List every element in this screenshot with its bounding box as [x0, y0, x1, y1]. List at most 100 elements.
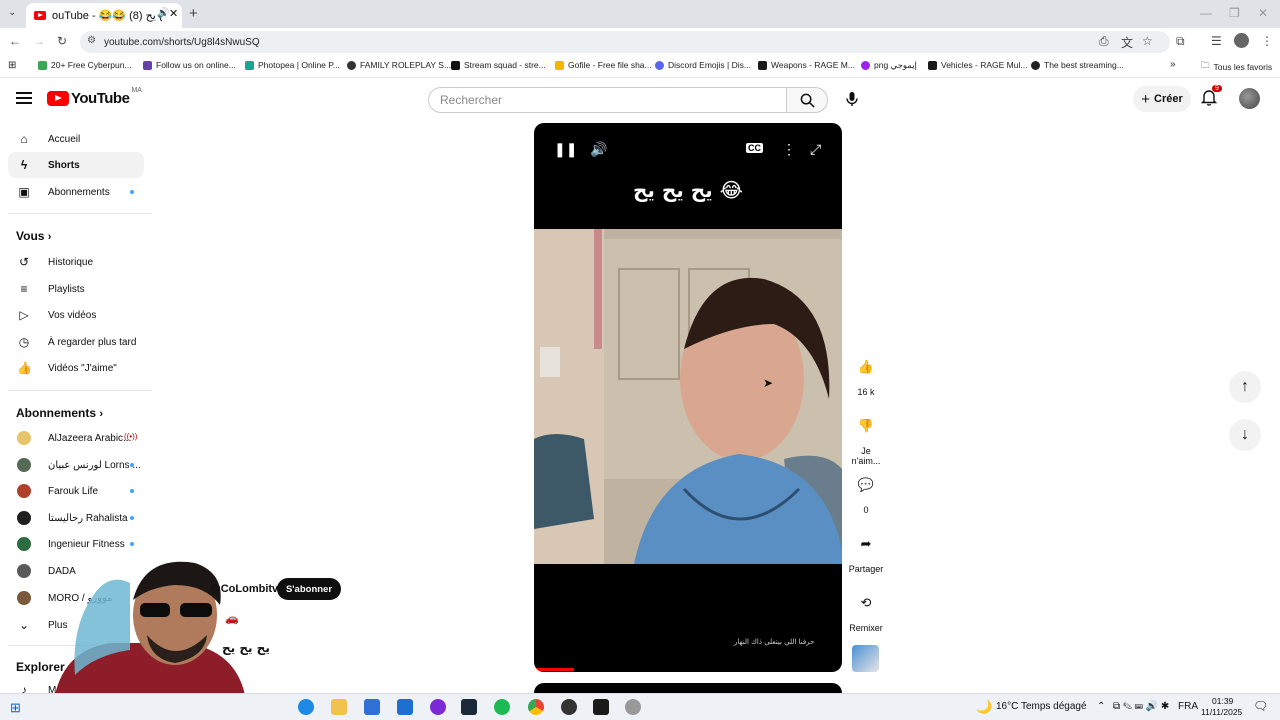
bookmark-item[interactable]: Discord Emojis | Dis...: [655, 60, 751, 70]
subscribe-button[interactable]: S'abonner: [277, 578, 341, 600]
clock-date[interactable]: 11/11/2025: [1201, 707, 1242, 717]
subscription-item[interactable]: رحاليستا Rahalista: [8, 505, 144, 531]
bookmark-item[interactable]: Stream squad - stre...: [451, 60, 546, 70]
more-bookmarks-icon[interactable]: »: [1170, 59, 1176, 70]
bookmark-item[interactable]: Weapons - RAGE M...: [758, 60, 855, 70]
file-explorer-icon[interactable]: [331, 699, 347, 715]
short-video-player[interactable]: ❚❚ 🔊 CC ⋮ ⤢ يح يح يح 😂 حرفنا اللي بيتعلى…: [534, 123, 842, 672]
extensions-icon[interactable]: ⧉: [1176, 34, 1185, 49]
channel-avatar: [17, 484, 31, 498]
bookmark-label: The best streaming...: [1044, 60, 1124, 70]
share-button[interactable]: ➦ Partager: [846, 529, 886, 574]
sidebar-item-liked-videos[interactable]: 👍 Vidéos "J'aime": [8, 355, 144, 381]
new-tab-icon[interactable]: +: [189, 5, 198, 22]
fullscreen-icon[interactable]: ⤢: [810, 141, 821, 158]
volume-icon[interactable]: 🔊: [590, 141, 607, 158]
bookmark-item[interactable]: Photopea | Online P...: [245, 60, 340, 70]
windows-start-icon[interactable]: ⊞: [10, 700, 21, 716]
next-short-button[interactable]: ↓: [1229, 419, 1261, 451]
channel-handle[interactable]: @CoLombitv: [210, 583, 278, 595]
bookmark-item[interactable]: Vehicles - RAGE Mul...: [928, 60, 1027, 70]
captions-icon[interactable]: CC: [746, 143, 763, 153]
subscriptions-section-heading[interactable]: Abonnements ›: [16, 406, 103, 420]
bookmark-item[interactable]: 20+ Free Cyberpun...: [38, 60, 132, 70]
app-icon[interactable]: [625, 699, 641, 715]
subscription-item[interactable]: لورنس عبيان Lorns ...: [8, 452, 144, 478]
search-button[interactable]: [786, 87, 828, 113]
reload-icon[interactable]: ↻: [57, 34, 67, 48]
address-bar[interactable]: ⚙ youtube.com/shorts/Ug8l4sNwuSQ: [80, 31, 1170, 53]
weather-text[interactable]: 16°C Temps dégagé: [996, 701, 1087, 712]
subscription-item[interactable]: Farouk Life: [8, 478, 144, 504]
browser-tab-youtube[interactable]: ᴏuTube - 😂😂 يح يح يح (8) 🔊 ✕: [26, 3, 182, 28]
maximize-icon[interactable]: ❐: [1229, 6, 1240, 20]
all-bookmarks-folder[interactable]: 🗀 Tous les favoris: [1201, 60, 1272, 74]
subscription-item[interactable]: Ingenieur Fitness: [8, 531, 144, 557]
terminal-icon[interactable]: [593, 699, 609, 715]
youtube-logo[interactable]: YouTube MA: [47, 87, 142, 107]
browser-menu-icon[interactable]: ⋮: [1261, 34, 1273, 48]
bookmark-item[interactable]: Follow us on online...: [143, 60, 236, 70]
chevron-right-icon: ›: [99, 408, 104, 420]
bookmark-item[interactable]: Gofile - Free file sha...: [555, 60, 652, 70]
edge-icon[interactable]: [298, 699, 314, 715]
dislike-button[interactable]: 👎 Je n'aim...: [846, 411, 886, 466]
more-options-icon[interactable]: ⋮: [782, 141, 796, 158]
media-control-icon[interactable]: ☰: [1211, 34, 1222, 48]
sound-thumbnail[interactable]: [852, 645, 879, 672]
store-icon[interactable]: [364, 699, 380, 715]
hidden-icons-chevron-icon[interactable]: ⌃: [1097, 701, 1105, 712]
window-close-icon[interactable]: ✕: [1258, 6, 1268, 20]
outlook-icon[interactable]: [397, 699, 413, 715]
translate-icon[interactable]: 文: [1121, 34, 1133, 51]
notification-center-icon[interactable]: 🗨: [1253, 699, 1268, 713]
tab-audio-icon[interactable]: 🔊: [157, 8, 169, 19]
sidebar-item-watch-later[interactable]: ◷ À regarder plus tard: [8, 329, 144, 355]
you-section-heading[interactable]: Vous ›: [16, 229, 51, 243]
steam-icon[interactable]: [461, 699, 477, 715]
clock-time[interactable]: 01:39: [1212, 696, 1233, 706]
bookmark-item[interactable]: FAMILY ROLEPLAY S...: [347, 60, 451, 70]
minimize-icon[interactable]: —: [1200, 6, 1212, 20]
bookmark-star-icon[interactable]: ☆: [1142, 34, 1153, 48]
previous-short-button[interactable]: ↑: [1229, 371, 1261, 403]
hamburger-menu-icon[interactable]: [16, 92, 32, 104]
app-icon[interactable]: [561, 699, 577, 715]
system-tray-icons[interactable]: ⧉ ✎ ⌨ 🔊 ✱: [1113, 701, 1169, 712]
account-avatar[interactable]: [1239, 88, 1260, 109]
tab-list-chevron-icon[interactable]: ⌄: [8, 7, 16, 18]
bookmark-item[interactable]: The best streaming...: [1031, 60, 1124, 70]
sidebar-item-playlists[interactable]: ≡ Playlists: [8, 276, 144, 302]
pause-icon[interactable]: ❚❚: [554, 141, 577, 158]
search-input[interactable]: Rechercher: [428, 87, 787, 113]
create-button[interactable]: + Créer: [1133, 86, 1191, 112]
language-indicator[interactable]: FRA: [1178, 701, 1198, 712]
chrome-icon[interactable]: [528, 699, 544, 715]
like-button[interactable]: 👍 16 k: [846, 352, 886, 397]
remix-button[interactable]: ⟲ Remixer: [846, 588, 886, 633]
obs-icon[interactable]: [430, 699, 446, 715]
sidebar-item-subscriptions[interactable]: ▣ Abonnements: [8, 179, 144, 205]
forward-icon[interactable]: →: [33, 34, 45, 48]
bookmark-item[interactable]: png إيموجي: [861, 60, 917, 71]
comments-button[interactable]: 💬 0: [846, 470, 886, 515]
bookmark-label: Photopea | Online P...: [258, 60, 340, 70]
site-info-icon[interactable]: ⚙: [87, 35, 96, 46]
subscription-item[interactable]: AlJazeera Arabic... ((•)): [8, 425, 144, 451]
apps-grid-icon[interactable]: ⊞: [8, 60, 16, 71]
sidebar-item-home[interactable]: ⌂ Accueil: [8, 126, 144, 152]
sidebar-item-your-videos[interactable]: ▷ Vos vidéos: [8, 302, 144, 328]
back-icon[interactable]: ←: [9, 34, 21, 48]
channel-avatar: [17, 564, 31, 578]
spotify-icon[interactable]: [494, 699, 510, 715]
share-icon: ➦: [860, 536, 872, 551]
sidebar-item-history[interactable]: ↺ Historique: [8, 249, 144, 275]
voice-search-button[interactable]: [838, 85, 866, 113]
profile-avatar-icon[interactable]: [1234, 33, 1249, 48]
video-progress-bar[interactable]: [534, 668, 574, 671]
notifications-button[interactable]: 9: [1200, 85, 1222, 110]
tab-close-icon[interactable]: ✕: [169, 7, 178, 20]
install-app-icon[interactable]: ⎙: [1099, 34, 1109, 49]
sidebar-item-shorts[interactable]: ϟ Shorts: [8, 152, 144, 178]
video-subtitle: حرفنا اللي بيتعلى ذاك النهار: [734, 638, 814, 646]
